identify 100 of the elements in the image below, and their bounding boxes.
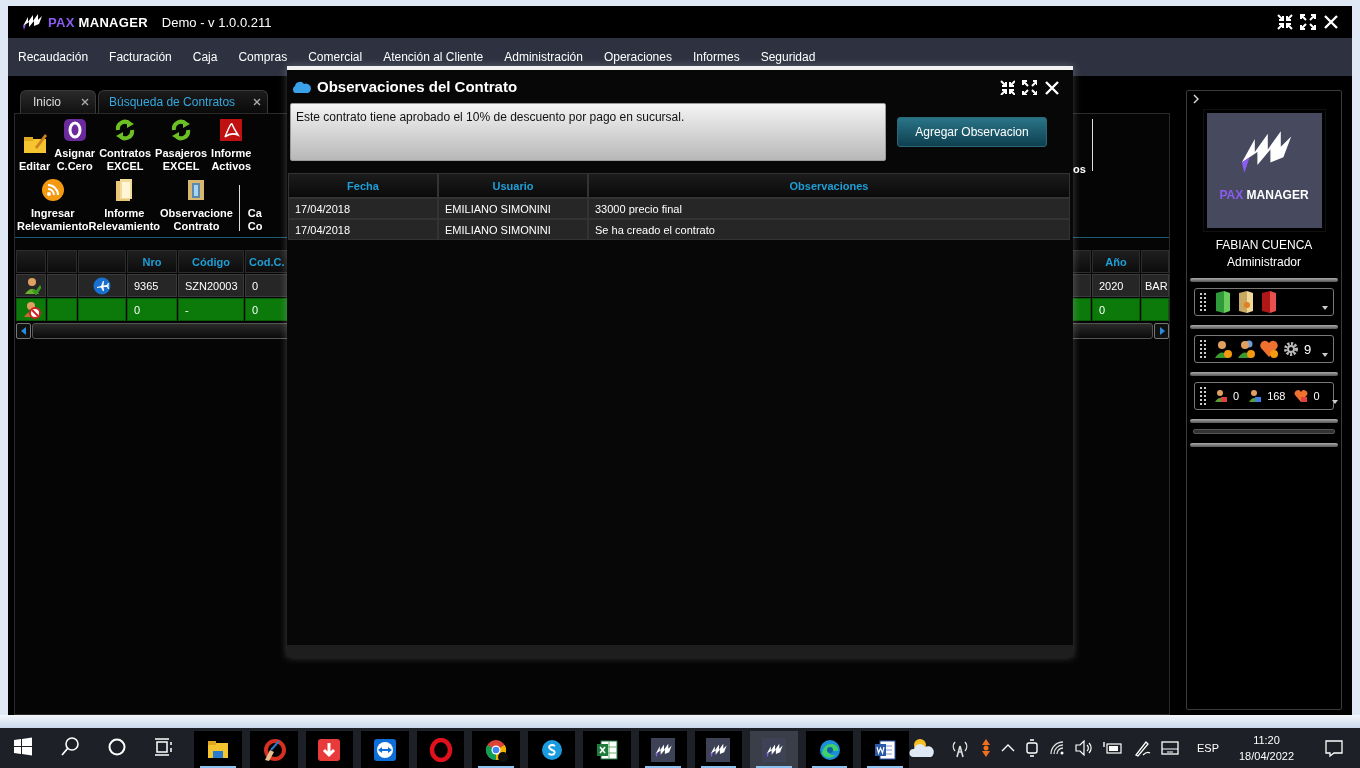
chevron-right-icon[interactable]	[1192, 94, 1200, 104]
folder-icon	[1237, 290, 1255, 314]
header-cell	[47, 250, 77, 273]
taskbar-button[interactable]	[194, 731, 242, 768]
arrow-left-icon[interactable]	[19, 326, 28, 336]
toolbar-label: os	[1073, 163, 1086, 175]
toolbar-button[interactable]: Pasajeros EXCEL	[155, 118, 208, 173]
column-header: Cod.C.	[245, 250, 290, 273]
cloud-icon	[291, 79, 311, 94]
toolbar-button[interactable]: Asignar C.Cero	[54, 118, 96, 173]
spreadsheet-icon	[595, 738, 620, 762]
logo-wordmark: PAX MANAGER	[1219, 188, 1309, 202]
menu-item[interactable]: Recaudación	[18, 50, 99, 64]
taskbar-button[interactable]	[583, 731, 632, 768]
taskbar-button[interactable]	[861, 731, 909, 768]
taskbar-button[interactable]	[750, 731, 798, 768]
grip-icon[interactable]	[1200, 293, 1206, 311]
dropdown-caret-icon[interactable]	[1322, 353, 1328, 357]
menu-item[interactable]: Atención al Cliente	[372, 50, 494, 64]
menu-item[interactable]: Compras	[227, 50, 298, 64]
taskbar-button[interactable]	[527, 731, 576, 768]
chevron-up-icon[interactable]	[1000, 743, 1015, 753]
add-observation-button[interactable]: Agregar Observacion	[897, 117, 1047, 147]
close-icon[interactable]	[253, 98, 262, 106]
toolbar-button[interactable]: Informe Activos	[211, 118, 252, 173]
person-icon	[1214, 389, 1228, 403]
heart-icon	[1260, 339, 1278, 359]
expand-icon[interactable]	[1021, 78, 1037, 95]
download-icon	[317, 738, 342, 762]
taskbar-button[interactable]	[305, 731, 354, 768]
menu-item[interactable]: Administración	[493, 50, 594, 64]
menu-item[interactable]: Seguridad	[750, 50, 826, 64]
folder-icon	[1214, 290, 1232, 314]
volume-icon[interactable]	[1074, 740, 1093, 756]
dropdown-caret-icon[interactable]	[1331, 400, 1338, 404]
toolbar-button[interactable]: Contratos EXCEL	[99, 118, 152, 173]
count-label: 9	[1304, 341, 1312, 357]
tab[interactable]: Inicio	[20, 90, 96, 113]
table-cell: 17/04/2018	[288, 198, 438, 219]
close-icon[interactable]	[81, 98, 89, 106]
taskbar-button[interactable]	[361, 731, 409, 768]
menu-item[interactable]: Comercial	[297, 50, 373, 64]
toolbar-button[interactable]: Ca Co	[247, 207, 263, 233]
close-icon[interactable]	[1043, 78, 1059, 95]
updown-icon[interactable]	[980, 738, 991, 758]
table-cell: SZN20003	[178, 274, 244, 297]
notification-icon[interactable]	[1324, 738, 1345, 758]
expand-icon[interactable]	[1299, 13, 1317, 31]
table-cell: EMILIANO SIMONINI	[438, 219, 588, 240]
table-cell: EMILIANO SIMONINI	[438, 198, 588, 219]
toolbar-button[interactable]: Ingresar Relevamiento	[17, 178, 89, 233]
toolbar-button[interactable]: Informe Relevamiento	[88, 178, 161, 233]
arrow-right-icon[interactable]	[1157, 326, 1166, 336]
table-cell: 0	[1092, 298, 1140, 321]
column-header: Nro	[127, 250, 177, 273]
table-cell: 33000 precio final	[588, 198, 1070, 219]
menu-item[interactable]: Facturación	[98, 50, 183, 64]
keyboard-icon[interactable]	[1160, 741, 1179, 755]
count-label: 0	[1233, 390, 1240, 402]
ring-icon	[428, 738, 453, 762]
tab[interactable]: Búsqueda de Contratos	[98, 90, 269, 113]
observation-field[interactable]: Este contrato tiene aprobado el 10% de descuento por pago en sucursal.	[290, 103, 886, 161]
letter-tile-icon	[62, 118, 87, 142]
dropdown-caret-icon[interactable]	[1322, 306, 1328, 310]
table-cell: 0	[245, 274, 290, 297]
people-icon	[1237, 339, 1255, 359]
taskbar-button[interactable]	[805, 731, 854, 768]
logo-icon	[762, 738, 786, 762]
menu-item[interactable]: Informes	[682, 50, 751, 64]
collapse-icon[interactable]	[999, 78, 1015, 95]
grip-icon[interactable]	[1200, 387, 1206, 405]
gear-icon	[1283, 341, 1299, 357]
taskbar-button[interactable]	[639, 731, 687, 768]
column-header: Código	[178, 250, 244, 273]
taskbar-button[interactable]	[694, 731, 743, 768]
edit-folder-icon	[22, 131, 47, 155]
heart-icon	[1294, 389, 1309, 403]
menu-item[interactable]: Operaciones	[593, 50, 683, 64]
menu-item[interactable]: Caja	[182, 50, 228, 64]
toolbar-button[interactable]: Observacione Contrato	[160, 178, 233, 233]
user-role: Administrador	[1227, 255, 1301, 269]
document-icon	[219, 118, 244, 142]
grip-icon[interactable]	[1200, 340, 1206, 358]
taskbar-button[interactable]	[472, 731, 520, 768]
wave-icon	[817, 738, 842, 762]
toolbar-button[interactable]: Editar	[19, 131, 51, 173]
header-cell	[1071, 250, 1091, 273]
clock[interactable]: 11:20 18/04/2022	[1238, 732, 1295, 764]
table-cell: 17/04/2018	[288, 219, 438, 240]
airplane-icon	[93, 276, 111, 295]
wifi-icon[interactable]	[1048, 740, 1065, 756]
collapse-icon[interactable]	[1276, 13, 1294, 31]
user-name: FABIAN CUENCA	[1215, 238, 1313, 252]
table-cell: Se ha creado el contrato	[588, 219, 1070, 240]
battery-icon[interactable]	[1102, 741, 1123, 755]
table-cell: 0	[127, 298, 177, 321]
table-cell: 2020	[1092, 274, 1140, 297]
taskbar-button[interactable]	[250, 731, 298, 768]
camera-icon[interactable]	[1024, 739, 1039, 757]
language-indicator[interactable]: ESP	[1196, 742, 1219, 754]
